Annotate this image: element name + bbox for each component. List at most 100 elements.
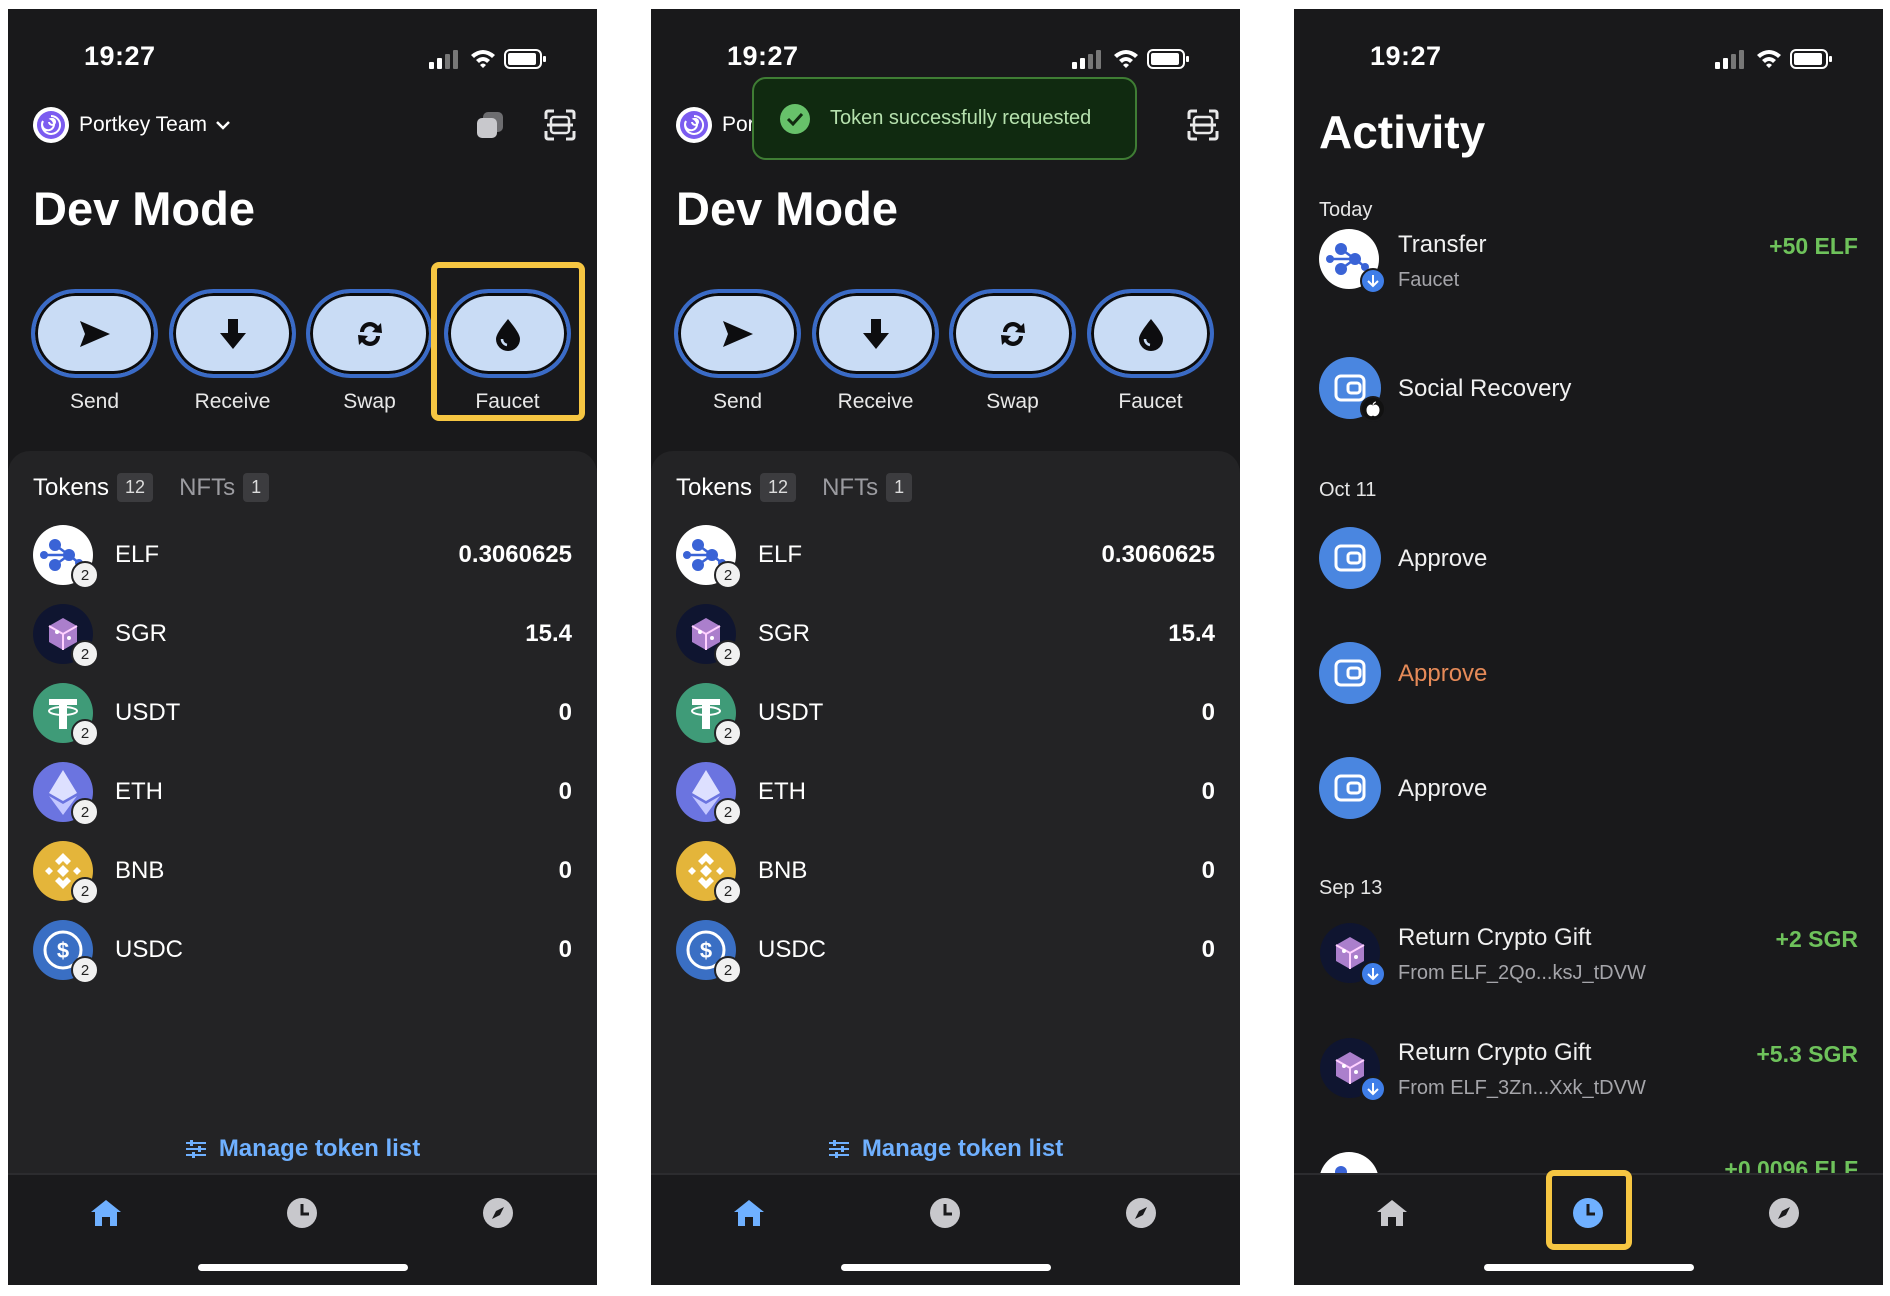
account-switcher[interactable]: Portkey Team — [33, 105, 231, 145]
sgr-icon — [1319, 1037, 1386, 1102]
token-row-bnb[interactable]: 2 BNB 0 — [33, 839, 572, 905]
account-avatar — [33, 107, 69, 143]
portkey-logo-icon — [680, 111, 708, 139]
activity-item[interactable]: Return Crypto Gift From ELF_3Zn...Xxk_tDV… — [1319, 1037, 1858, 1102]
receive-icon — [862, 318, 889, 349]
swap-button[interactable]: Swap — [306, 289, 433, 414]
manage-token-list-button[interactable]: Manage token list — [651, 1135, 1240, 1163]
token-row-sgr[interactable]: 2 SGR 15.4 — [676, 602, 1215, 668]
manage-token-list-button[interactable]: Manage token list — [8, 1135, 597, 1163]
activity-screen: 19:27 Activity Today Transfer Faucet +50 EL… — [1294, 9, 1883, 1285]
token-row-usdt[interactable]: 2 USDT 0 — [33, 681, 572, 747]
home-indicator — [840, 1264, 1051, 1271]
tab-tokens[interactable]: Tokens 12 — [33, 473, 154, 502]
token-symbol: SGR — [115, 620, 168, 647]
account-switcher[interactable]: Por — [676, 105, 755, 145]
nav-discover[interactable] — [1121, 1193, 1161, 1233]
check-circle-icon — [780, 103, 810, 134]
activity-item[interactable]: Return Crypto Gift From ELF_2Qo...ksJ_tDV… — [1319, 922, 1858, 987]
token-row-eth[interactable]: 2 ETH 0 — [33, 760, 572, 826]
tab-nfts[interactable]: NFTs 1 — [179, 473, 270, 502]
token-symbol: BNB — [758, 857, 808, 884]
usdt-icon: 2 — [33, 683, 99, 747]
send-button[interactable]: Send — [31, 289, 158, 414]
tokens-count-badge: 12 — [760, 473, 797, 502]
token-amount: 0 — [1201, 857, 1215, 884]
scan-button[interactable] — [542, 107, 578, 143]
eth-icon: 2 — [33, 762, 99, 826]
token-symbol: USDC — [115, 936, 184, 963]
token-amount: 0 — [558, 778, 572, 805]
status-bar: 19:27 — [1294, 35, 1883, 75]
token-amount: 0 — [558, 857, 572, 884]
arrow-down-icon — [1360, 1076, 1386, 1102]
token-row-usdc[interactable]: $2 USDC 0 — [33, 918, 572, 984]
tab-nfts[interactable]: NFTs 1 — [822, 473, 913, 502]
token-row-bnb[interactable]: 2 BNB 0 — [676, 839, 1215, 905]
sgr-icon: 2 — [676, 604, 742, 668]
activity-item[interactable]: Approve — [1319, 527, 1858, 591]
nav-activity[interactable] — [282, 1193, 322, 1233]
token-row-sgr[interactable]: 2 SGR 15.4 — [33, 602, 572, 668]
toast-message: Token successfully requested — [830, 107, 1092, 129]
chain-badge: 2 — [71, 877, 99, 905]
wallet-screen-toast: 19:27 Por Token successfully requested D… — [651, 9, 1240, 1285]
wallet-icon — [1319, 357, 1386, 422]
activity-item[interactable]: Approve — [1319, 642, 1858, 706]
send-icon — [722, 320, 753, 347]
send-button[interactable]: Send — [674, 289, 801, 414]
faucet-icon — [1138, 318, 1163, 351]
token-row-elf[interactable]: 2 ELF 0.3060625 — [676, 523, 1215, 589]
activity-tab-highlight — [1546, 1170, 1632, 1250]
swap-button[interactable]: Swap — [949, 289, 1076, 414]
token-amount: 0 — [1201, 699, 1215, 726]
nav-discover[interactable] — [478, 1193, 518, 1233]
token-row-elf[interactable]: 2 ELF 0.3060625 — [33, 523, 572, 589]
token-amount: 15.4 — [1168, 620, 1215, 647]
activity-section-date: Oct 11 — [1319, 479, 1377, 501]
wallet-icon — [1319, 757, 1381, 819]
compass-icon — [483, 1198, 513, 1228]
nav-discover[interactable] — [1764, 1193, 1804, 1233]
receive-button[interactable]: Receive — [169, 289, 296, 414]
token-symbol: ETH — [115, 778, 163, 805]
activity-item[interactable]: Approve — [1319, 757, 1858, 821]
copy-button[interactable] — [472, 107, 508, 143]
activity-section-date: Sep 13 — [1319, 877, 1383, 899]
receive-button[interactable]: Receive — [812, 289, 939, 414]
chevron-down-icon — [216, 121, 230, 130]
nav-home[interactable] — [1372, 1193, 1412, 1233]
activity-item[interactable]: Social Recovery — [1319, 357, 1858, 422]
wallet-icon — [1319, 527, 1381, 589]
scan-button[interactable] — [1185, 107, 1221, 143]
chain-badge: 2 — [71, 956, 99, 984]
usdc-icon: $2 — [676, 920, 742, 984]
token-row-usdc[interactable]: $2 USDC 0 — [676, 918, 1215, 984]
activity-desc: From ELF_3Zn...Xxk_tDVW — [1398, 1077, 1646, 1099]
token-symbol: BNB — [115, 857, 165, 884]
token-symbol: ELF — [758, 541, 803, 568]
token-symbol: SGR — [758, 620, 811, 647]
home-indicator — [1483, 1264, 1694, 1271]
token-row-eth[interactable]: 2 ETH 0 — [676, 760, 1215, 826]
bnb-icon: 2 — [33, 841, 99, 905]
clock-icon — [287, 1198, 317, 1228]
nav-activity[interactable] — [925, 1193, 965, 1233]
tab-tokens[interactable]: Tokens 12 — [676, 473, 797, 502]
nav-home[interactable] — [86, 1193, 126, 1233]
faucet-button[interactable]: Faucet — [1087, 289, 1214, 414]
account-name: Portkey Team — [79, 113, 207, 136]
svg-text:$: $ — [700, 938, 712, 963]
sliders-icon — [185, 1140, 206, 1158]
tokens-count-badge: 12 — [117, 473, 154, 502]
activity-amount: +50 ELF — [1769, 233, 1858, 259]
token-symbol: USDC — [758, 936, 827, 963]
nav-home[interactable] — [729, 1193, 769, 1233]
activity-desc: From ELF_2Qo...ksJ_tDVW — [1398, 962, 1646, 984]
svg-text:$: $ — [57, 938, 69, 963]
token-amount: 15.4 — [525, 620, 572, 647]
activity-item[interactable]: Transfer Faucet +50 ELF — [1319, 229, 1858, 294]
home-indicator — [197, 1264, 408, 1271]
token-row-usdt[interactable]: 2 USDT 0 — [676, 681, 1215, 747]
chain-badge: 2 — [714, 561, 742, 589]
